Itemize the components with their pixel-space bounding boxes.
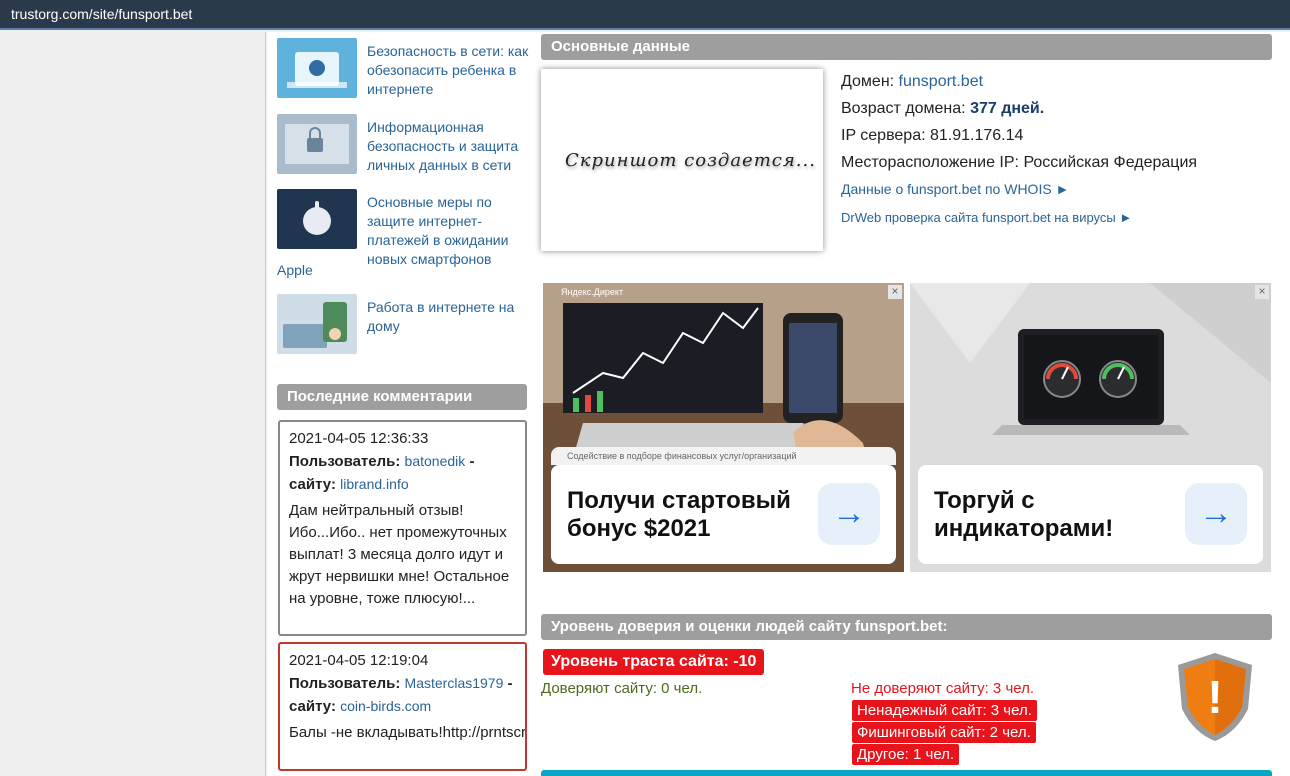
whois-link-text[interactable]: Данные о funsport.bet по WHOIS ► (841, 181, 1069, 197)
domain-value[interactable]: funsport.bet (899, 73, 984, 90)
ip-value: 81.91.176.14 (929, 127, 1024, 144)
shield-symbol: ! (1207, 671, 1222, 723)
article-thumbnail-apple[interactable] (277, 189, 357, 249)
sidebar-article[interactable]: Основные меры по защите интернет-платеже… (277, 189, 531, 279)
trust-heading: Уровень доверия и оценки людей сайту fun… (541, 614, 1272, 640)
warning-shield-icon: ! (1178, 653, 1252, 741)
comment-site-link[interactable]: coin-birds.com (340, 698, 431, 714)
comments-heading: Последние комментарии (277, 384, 527, 410)
site-screenshot-placeholder: Скриншот создается... (541, 69, 823, 251)
url-text[interactable]: trustorg.com/site/funsport.bet (11, 6, 192, 22)
article-title-tail[interactable]: Apple (277, 262, 313, 278)
location-row: Месторасположение IP: Российская Федерац… (841, 154, 1197, 172)
article-title[interactable]: Информационная безопасность и защита лич… (367, 118, 533, 175)
article-thumbnail-data-protection[interactable] (277, 114, 357, 174)
distrust-reason: Ненадежный сайт: 3 чел. (852, 700, 1037, 721)
domain-age-label: Возраст домена: (841, 100, 966, 117)
article-title[interactable]: Безопасность в сети: как обезопасить реб… (367, 42, 533, 99)
drweb-link[interactable]: DrWeb проверка сайта funsport.bet на вир… (841, 210, 1132, 225)
sidebar-article[interactable]: Безопасность в сети: как обезопасить реб… (277, 38, 531, 100)
domain-age-row: Возраст домена: 377 дней. (841, 100, 1044, 118)
ad-card[interactable]: Торгуй с индикаторами! → (918, 465, 1263, 564)
location-value: Российская Федерация (1023, 154, 1198, 171)
ad-banner-finance[interactable]: Яндекс.Директ × Содействие в подборе фин… (543, 283, 904, 572)
distrust-reason: Другое: 1 чел. (852, 744, 960, 765)
domain-age-value: 377 дней. (970, 100, 1045, 117)
ad-source-label: Яндекс.Директ (561, 287, 624, 297)
comment-card: 2021-04-05 12:36:33 Пользователь: batone… (278, 420, 527, 636)
comment-user-link[interactable]: Masterclas1979 (405, 675, 504, 691)
ip-row: IP сервера: 81.91.176.14 (841, 127, 1023, 145)
article-thumbnail-child-safety[interactable] (277, 38, 357, 98)
comment-date: 2021-04-05 12:19:04 (289, 652, 429, 669)
comment-user-label: Пользователь: (289, 675, 401, 692)
ip-label: IP сервера: (841, 127, 926, 144)
ad-headline[interactable]: Получи стартовый бонус $2021 (567, 487, 817, 543)
trust-count: Доверяют сайту: 0 чел. (541, 680, 703, 697)
ad-headline[interactable]: Торгуй с индикаторами! (934, 487, 1184, 543)
comment-user-label: Пользователь: (289, 453, 401, 470)
screenshot-status: Скриншот создается... (565, 150, 816, 171)
distrust-reason: Фишинговый сайт: 2 чел. (852, 722, 1036, 743)
domain-row: Домен: funsport.bet (841, 73, 983, 91)
comment-user-link[interactable]: batonedik (405, 453, 466, 469)
whois-link[interactable]: Данные о funsport.bet по WHOIS ► (841, 181, 1069, 197)
left-blank-pane (0, 32, 266, 776)
distrust-count: Не доверяют сайту: 3 чел. (851, 680, 1035, 697)
comment-site-link[interactable]: librand.info (340, 476, 409, 492)
drweb-link-text[interactable]: DrWeb проверка сайта funsport.bet на вир… (841, 210, 1132, 225)
ad-card[interactable]: Получи стартовый бонус $2021 → (551, 465, 896, 564)
sidebar-article[interactable]: Работа в интернете на дому (277, 294, 531, 356)
comment-card: 2021-04-05 12:19:04 Пользователь: Master… (278, 642, 527, 771)
ad-banner-indicators[interactable]: × Торгуй с индикаторами! → (910, 283, 1271, 572)
comment-text: Дам нейтральный отзыв! Ибо...Ибо.. нет п… (289, 502, 510, 607)
basic-data-heading: Основные данные (541, 34, 1272, 60)
comment-date: 2021-04-05 12:36:33 (289, 430, 429, 447)
ad-subtitle: Содействие в подборе финансовых услуг/ор… (551, 447, 896, 465)
article-title[interactable]: Основные меры по защите интернет-платеже… (367, 193, 533, 269)
arrow-right-icon[interactable]: → (1185, 483, 1247, 545)
location-label: Месторасположение IP: (841, 154, 1019, 171)
comment-text: Балы -не вкладывать!http://prntscr.com/ (289, 724, 526, 741)
close-icon[interactable]: × (1255, 285, 1269, 299)
close-icon[interactable]: × (888, 285, 902, 299)
sidebar-article[interactable]: Информационная безопасность и защита лич… (277, 114, 531, 176)
article-title[interactable]: Работа в интернете на дому (367, 298, 533, 336)
trust-level-badge: Уровень траста сайта: -10 (543, 649, 765, 675)
domain-label: Домен: (841, 73, 895, 90)
bottom-section-bar (541, 770, 1272, 776)
address-bar[interactable]: trustorg.com/site/funsport.bet (0, 0, 1290, 30)
article-thumbnail-remote-work[interactable] (277, 294, 357, 354)
arrow-right-icon[interactable]: → (818, 483, 880, 545)
